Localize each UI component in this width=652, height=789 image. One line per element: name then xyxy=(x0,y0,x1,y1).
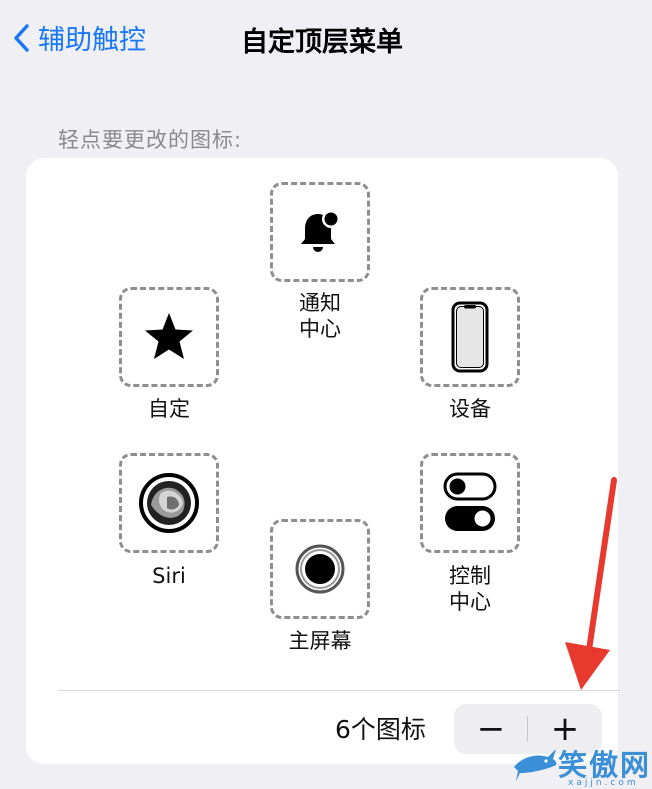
navigation-bar: 辅助触控 自定顶层菜单 xyxy=(0,0,652,80)
home-button-icon xyxy=(295,544,345,594)
page-title: 自定顶层菜单 xyxy=(241,27,403,58)
label-home: 主屏幕 xyxy=(288,629,352,653)
slot-device[interactable] xyxy=(420,287,520,387)
divider xyxy=(58,690,620,691)
watermark-logo: 笑傲网 xajjn.com xyxy=(512,742,651,788)
siri-icon xyxy=(139,473,199,533)
icon-count-label: 6个图标 xyxy=(335,715,426,744)
label-siri: Siri xyxy=(152,564,186,588)
toggles-icon xyxy=(443,472,497,531)
shark-logo-icon xyxy=(514,749,557,781)
bell-badge-icon xyxy=(301,210,340,252)
label-device: 设备 xyxy=(449,397,491,421)
slot-control-center[interactable] xyxy=(420,453,520,553)
label-notification-center: 通知 中心 xyxy=(299,291,341,341)
star-icon xyxy=(145,313,193,359)
label-control-center: 控制 中心 xyxy=(449,564,491,614)
watermark-subtext: xajjn.com xyxy=(568,778,639,788)
slot-siri[interactable] xyxy=(119,453,219,553)
slot-custom[interactable] xyxy=(119,287,219,387)
slot-home[interactable] xyxy=(270,519,370,619)
label-custom: 自定 xyxy=(148,397,190,421)
slot-notification-center[interactable] xyxy=(270,182,370,282)
hint-text: 轻点要更改的图标: xyxy=(58,128,243,152)
iphone-icon xyxy=(451,301,489,373)
